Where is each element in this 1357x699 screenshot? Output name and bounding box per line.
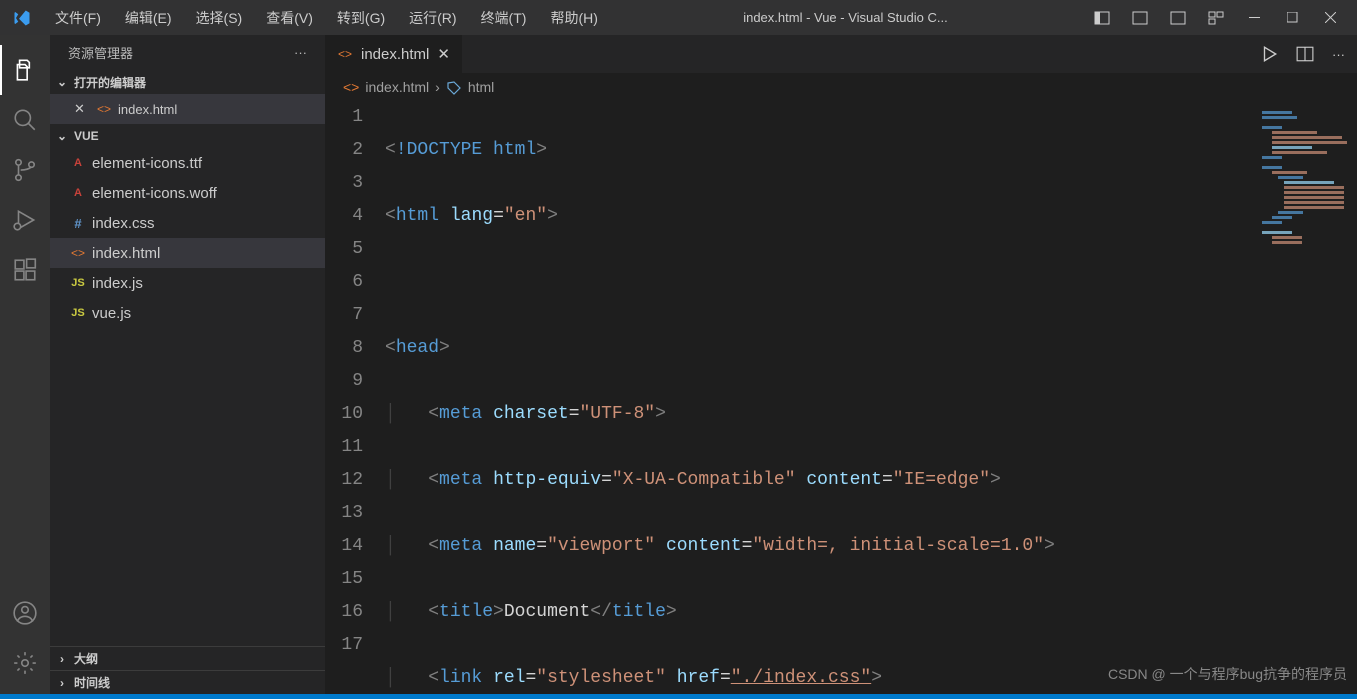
timeline-label: 时间线: [74, 674, 110, 691]
file-item[interactable]: Aelement-icons.ttf: [50, 148, 325, 178]
menu-edit[interactable]: 编辑(E): [115, 0, 182, 35]
activity-settings[interactable]: [0, 638, 50, 688]
title-bar: 文件(F) 编辑(E) 选择(S) 查看(V) 转到(G) 运行(R) 终端(T…: [0, 0, 1357, 35]
breadcrumb[interactable]: <> index.html › html: [325, 73, 1357, 101]
activity-accounts[interactable]: [0, 588, 50, 638]
js-file-icon: JS: [70, 277, 86, 289]
html-file-icon: <>: [343, 79, 359, 95]
activity-explorer[interactable]: [0, 45, 50, 95]
close-button[interactable]: [1311, 0, 1349, 35]
line-numbers: 1234567891011121314151617: [325, 101, 385, 694]
js-file-icon: JS: [70, 307, 86, 319]
breadcrumb-file[interactable]: index.html: [365, 79, 429, 95]
font-file-icon: A: [70, 187, 86, 199]
menu-file[interactable]: 文件(F): [45, 0, 111, 35]
menu-selection[interactable]: 选择(S): [186, 0, 253, 35]
open-editors-section[interactable]: ⌄ 打开的编辑器: [50, 70, 325, 94]
timeline-section[interactable]: › 时间线: [50, 670, 325, 694]
open-editor-item[interactable]: ✕ <> index.html: [50, 94, 325, 124]
code-content[interactable]: <!DOCTYPE html> <html lang="en"> <head> …: [385, 101, 1357, 694]
menu-go[interactable]: 转到(G): [327, 0, 395, 35]
file-item[interactable]: JS vue.js: [50, 298, 325, 328]
editor-area: <> index.html ✕ ··· <> index.html › html…: [325, 35, 1357, 694]
editor-more-icon[interactable]: ···: [1332, 47, 1345, 62]
menu-view[interactable]: 查看(V): [256, 0, 323, 35]
file-label: index.css: [92, 215, 155, 232]
activity-search[interactable]: [0, 95, 50, 145]
breadcrumb-element[interactable]: html: [468, 79, 494, 95]
html-file-icon: <>: [96, 102, 112, 116]
activity-source-control[interactable]: [0, 145, 50, 195]
sidebar-more-icon[interactable]: ···: [294, 45, 307, 60]
tab-label: index.html: [361, 46, 429, 63]
file-item[interactable]: <> index.html: [50, 238, 325, 268]
font-file-icon: A: [70, 157, 86, 169]
outline-section[interactable]: › 大纲: [50, 646, 325, 670]
chevron-right-icon: ›: [54, 652, 70, 666]
split-editor-icon[interactable]: [1296, 45, 1314, 63]
layout-panel-right-icon[interactable]: [1159, 0, 1197, 35]
explorer-sidebar: 资源管理器 ··· ⌄ 打开的编辑器 ✕ <> index.html ⌄ VUE…: [50, 35, 325, 694]
minimap[interactable]: [1257, 101, 1357, 361]
chevron-down-icon: ⌄: [54, 129, 70, 143]
code-editor[interactable]: 1234567891011121314151617 <!DOCTYPE html…: [325, 101, 1357, 694]
menu-terminal[interactable]: 终端(T): [471, 0, 537, 35]
minimize-button[interactable]: [1235, 0, 1273, 35]
sidebar-title: 资源管理器: [68, 43, 133, 62]
html-file-icon: <>: [70, 246, 86, 260]
activity-extensions[interactable]: [0, 245, 50, 295]
file-label: index.html: [92, 245, 160, 262]
layout-customize-icon[interactable]: [1197, 0, 1235, 35]
tab-bar: <> index.html ✕ ···: [325, 35, 1357, 73]
menu-run[interactable]: 运行(R): [399, 0, 466, 35]
window-title: index.html - Vue - Visual Studio C...: [612, 10, 1079, 25]
maximize-button[interactable]: [1273, 0, 1311, 35]
file-label: index.js: [92, 275, 143, 292]
layout-panel-left-icon[interactable]: [1083, 0, 1121, 35]
watermark: CSDN @ 一个与程序bug抗争的程序员: [1108, 664, 1347, 684]
file-label: element-icons.ttf: [92, 155, 202, 172]
tab-index-html[interactable]: <> index.html ✕: [325, 35, 463, 73]
file-item[interactable]: JS index.js: [50, 268, 325, 298]
open-editor-label: index.html: [118, 102, 177, 117]
activity-debug[interactable]: [0, 195, 50, 245]
folder-section[interactable]: ⌄ VUE: [50, 124, 325, 148]
css-file-icon: #: [70, 216, 86, 231]
tag-icon: [446, 79, 462, 95]
chevron-right-icon: ›: [54, 676, 70, 690]
open-editors-label: 打开的编辑器: [74, 74, 146, 91]
folder-label: VUE: [74, 129, 99, 143]
file-label: element-icons.woff: [92, 185, 217, 202]
file-item[interactable]: # index.css: [50, 208, 325, 238]
run-icon[interactable]: [1260, 45, 1278, 63]
menu-help[interactable]: 帮助(H): [540, 0, 607, 35]
tab-close-icon[interactable]: ✕: [437, 45, 450, 63]
file-label: vue.js: [92, 305, 131, 322]
vscode-logo-icon: [13, 9, 31, 27]
file-item[interactable]: Aelement-icons.woff: [50, 178, 325, 208]
outline-label: 大纲: [74, 650, 98, 667]
close-icon[interactable]: ✕: [74, 101, 90, 117]
chevron-down-icon: ⌄: [54, 75, 70, 89]
activity-bar: [0, 35, 50, 694]
status-bar[interactable]: [0, 694, 1357, 699]
html-file-icon: <>: [337, 47, 353, 61]
layout-panel-bottom-icon[interactable]: [1121, 0, 1159, 35]
